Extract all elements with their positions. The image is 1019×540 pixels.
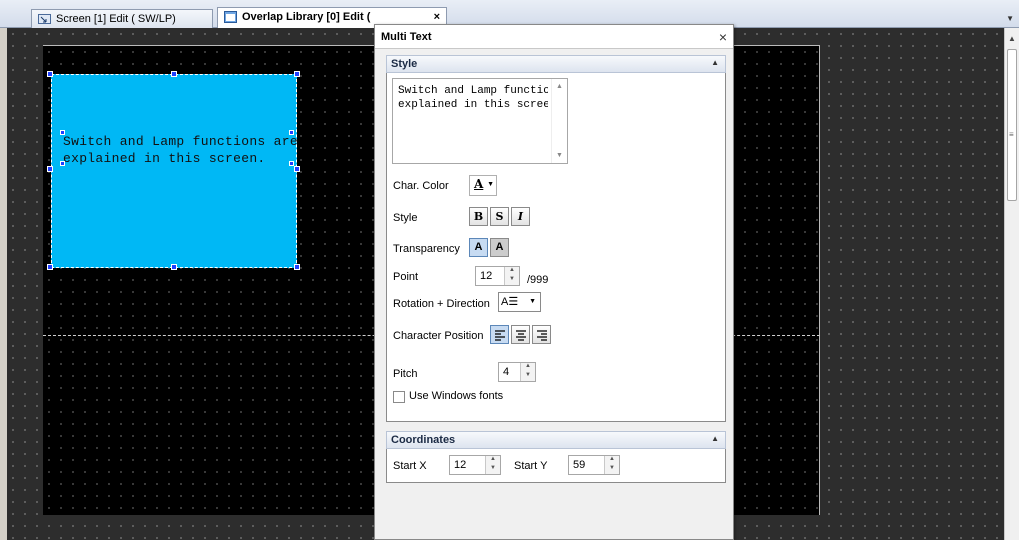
tab-overlap-label: Overlap Library [0] Edit ( — [242, 11, 371, 23]
scrollbar-thumb[interactable]: ≡ — [1007, 49, 1017, 201]
chevron-up-icon[interactable]: ▲ — [525, 363, 531, 369]
align-left-icon — [495, 330, 505, 341]
close-icon[interactable]: × — [719, 29, 727, 45]
point-label: Point — [393, 271, 419, 283]
text-scrollbar[interactable]: ▲ ▼ — [551, 79, 567, 163]
collapse-icon[interactable]: ▲ — [711, 58, 719, 67]
start-x-label: Start X — [393, 460, 427, 472]
italic-button[interactable]: I — [511, 207, 530, 226]
opaque-button[interactable]: A — [490, 238, 509, 257]
text-handle[interactable] — [289, 161, 294, 166]
chevron-down-icon[interactable]: ▼ — [490, 465, 496, 471]
start-x-stepper[interactable]: 12 ▲ ▼ — [449, 455, 501, 475]
start-y-label: Start Y — [514, 460, 548, 472]
collapse-icon[interactable]: ▲ — [711, 434, 719, 443]
chevron-up-icon[interactable]: ▲ — [490, 456, 496, 462]
start-y-stepper[interactable]: 59 ▲ ▼ — [568, 455, 620, 475]
panel-title-bar[interactable]: Multi Text × — [375, 25, 733, 49]
rotation-direction-select[interactable]: A☰ ▼ — [498, 292, 541, 312]
resize-handle[interactable] — [294, 264, 300, 270]
tab-list-dropdown-icon[interactable]: ▼ — [1006, 14, 1014, 23]
vertical-scrollbar[interactable]: ▲ ≡ — [1004, 28, 1019, 540]
text-handle[interactable] — [60, 161, 65, 166]
library-icon — [224, 11, 237, 23]
style-section-title: Style — [391, 58, 418, 70]
text-direction-icon: A☰ — [501, 296, 519, 308]
selected-text-object[interactable]: Switch and Lamp functions are explained … — [51, 74, 298, 268]
resize-handle[interactable] — [47, 264, 53, 270]
resize-handle[interactable] — [47, 71, 53, 77]
object-text-line1: Switch and Lamp functions are — [63, 134, 298, 149]
coordinates-section-header[interactable]: Coordinates ▲ — [386, 431, 726, 449]
resize-handle[interactable] — [294, 166, 300, 172]
tab-screen-1[interactable]: Screen [1] Edit ( SW/LP) — [31, 9, 213, 28]
chevron-down-icon: ▼ — [487, 181, 494, 188]
point-stepper-arrows[interactable]: ▲ ▼ — [504, 267, 519, 285]
start-y-value: 59 — [573, 459, 586, 471]
text-handle[interactable] — [289, 130, 294, 135]
pitch-value: 4 — [503, 366, 510, 378]
coordinates-section-title: Coordinates — [391, 434, 456, 446]
resize-handle[interactable] — [171, 264, 177, 270]
object-text-line2: explained in this screen. — [63, 151, 266, 166]
panel-title: Multi Text — [381, 31, 432, 43]
align-right-button[interactable] — [532, 325, 551, 344]
style-label: Style — [393, 212, 418, 224]
point-stepper[interactable]: 12 ▲ ▼ — [475, 266, 520, 286]
resize-handle[interactable] — [294, 71, 300, 77]
align-left-button[interactable] — [490, 325, 509, 344]
object-text: Switch and Lamp functions are explained … — [63, 133, 298, 167]
windows-fonts-checkbox[interactable] — [393, 391, 405, 403]
pitch-label: Pitch — [393, 368, 418, 380]
panel-body: Style ▲ Switch and Lamp functio explaine… — [381, 49, 727, 539]
start-x-value: 12 — [454, 459, 467, 471]
font-color-icon: A — [474, 177, 484, 191]
chevron-up-icon[interactable]: ▲ — [509, 267, 515, 273]
style-section-header[interactable]: Style ▲ — [386, 55, 726, 73]
start-x-arrows[interactable]: ▲ ▼ — [485, 456, 500, 474]
point-max-label: /999 — [527, 274, 549, 286]
point-value: 12 — [480, 270, 493, 282]
char-color-label: Char. Color — [393, 180, 449, 192]
chevron-down-icon: ▼ — [529, 298, 536, 305]
scroll-up-icon[interactable]: ▲ — [556, 83, 563, 90]
text-input[interactable]: Switch and Lamp functio explained in thi… — [392, 78, 568, 164]
text-input-value: Switch and Lamp functio explained in thi… — [398, 85, 548, 111]
resize-handle[interactable] — [171, 71, 177, 77]
style-section-body: Switch and Lamp functio explained in thi… — [386, 73, 726, 422]
start-y-arrows[interactable]: ▲ ▼ — [604, 456, 619, 474]
grip-icon: ≡ — [1009, 130, 1014, 139]
scroll-up-icon[interactable]: ▲ — [1008, 34, 1016, 43]
pitch-stepper-arrows[interactable]: ▲ ▼ — [520, 363, 535, 381]
chevron-down-icon[interactable]: ▼ — [525, 372, 531, 378]
multi-text-panel: Multi Text × Style ▲ Switch and Lamp fun… — [374, 24, 734, 540]
chevron-up-icon[interactable]: ▲ — [609, 456, 615, 462]
align-center-icon — [516, 330, 526, 341]
scroll-down-icon[interactable]: ▼ — [556, 152, 563, 159]
transparent-button[interactable]: A — [469, 238, 488, 257]
transparency-label: Transparency — [393, 243, 460, 255]
char-position-label: Character Position — [393, 330, 484, 342]
shadow-button[interactable]: S — [490, 207, 509, 226]
screen-icon — [38, 14, 51, 24]
chevron-down-icon[interactable]: ▼ — [509, 276, 515, 282]
bold-button[interactable]: B — [469, 207, 488, 226]
char-color-button[interactable]: A ▼ — [469, 175, 497, 196]
coordinates-section-body: Start X 12 ▲ ▼ Start Y 59 ▲ ▼ — [386, 449, 726, 483]
align-right-icon — [537, 330, 547, 341]
resize-handle[interactable] — [47, 166, 53, 172]
tab-screen-label: Screen [1] Edit ( SW/LP) — [56, 13, 176, 25]
text-handle[interactable] — [60, 130, 65, 135]
pitch-stepper[interactable]: 4 ▲ ▼ — [498, 362, 536, 382]
tab-close-icon[interactable]: × — [434, 11, 440, 23]
align-center-button[interactable] — [511, 325, 530, 344]
chevron-down-icon[interactable]: ▼ — [609, 465, 615, 471]
windows-fonts-label: Use Windows fonts — [409, 390, 504, 402]
rotation-label: Rotation + Direction — [393, 298, 490, 310]
